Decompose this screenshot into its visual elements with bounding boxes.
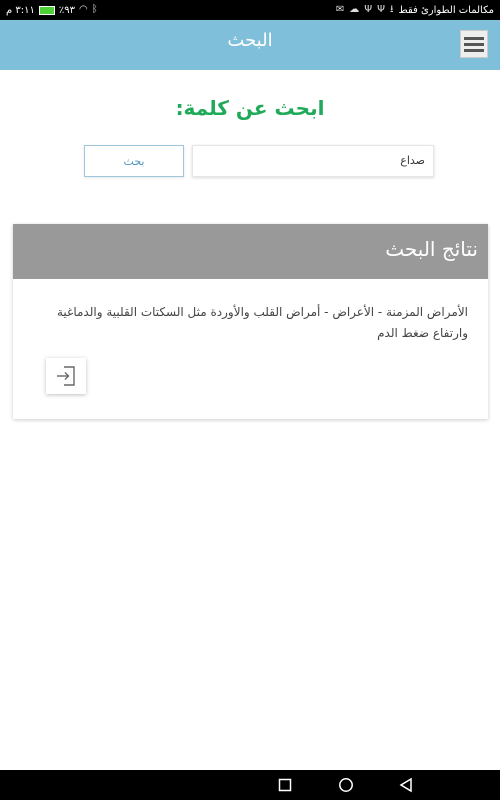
search-button[interactable]: بحث	[84, 145, 184, 177]
battery-level: ٪٩٣	[58, 4, 75, 16]
status-left: ٣:١١ م ٪٩٣ ◠ ᛒ	[6, 0, 98, 20]
navigation-bar	[0, 770, 500, 800]
search-heading: ابحث عن كلمة:	[175, 96, 325, 120]
menu-line	[464, 48, 484, 52]
usb-icon-2: Ψ	[364, 4, 373, 15]
enter-icon-svg	[57, 366, 75, 386]
menu-line	[464, 36, 484, 40]
menu-line	[464, 42, 484, 46]
download-icon: ⭳	[389, 4, 394, 15]
notification-icon: ✉	[335, 4, 345, 15]
cloud-icon: ☁	[349, 4, 360, 15]
result-item-text[interactable]: الأمراض المزمنة - الأعراض - أمراض القلب …	[33, 302, 468, 344]
hamburger-menu-icon[interactable]	[460, 30, 488, 58]
home-circle-icon[interactable]	[331, 770, 361, 800]
status-right: مكالمات الطوارئ فقط ⭳ Ψ Ψ ☁ ✉	[336, 0, 494, 20]
back-triangle-icon[interactable]	[391, 770, 421, 800]
bluetooth-icon: ᛒ	[91, 4, 98, 15]
results-header: نتائج البحث	[13, 224, 488, 279]
usb-icon: Ψ	[377, 4, 385, 15]
results-card: نتائج البحث الأمراض المزمنة - الأعراض - …	[13, 224, 488, 419]
carrier-text: مكالمات الطوارئ فقط	[398, 4, 494, 16]
search-input[interactable]: صداع	[192, 145, 434, 177]
battery-icon	[38, 5, 55, 15]
status-time: ٣:١١ م	[6, 4, 35, 16]
wifi-icon: ◠	[78, 4, 88, 15]
recents-square-icon[interactable]	[270, 770, 300, 800]
page-title: البحث	[227, 30, 273, 51]
status-bar: ٣:١١ م ٪٩٣ ◠ ᛒ مكالمات الطوارئ فقط ⭳ Ψ Ψ…	[0, 0, 500, 20]
enter-icon[interactable]	[46, 358, 86, 394]
app-bar: البحث	[0, 20, 500, 70]
